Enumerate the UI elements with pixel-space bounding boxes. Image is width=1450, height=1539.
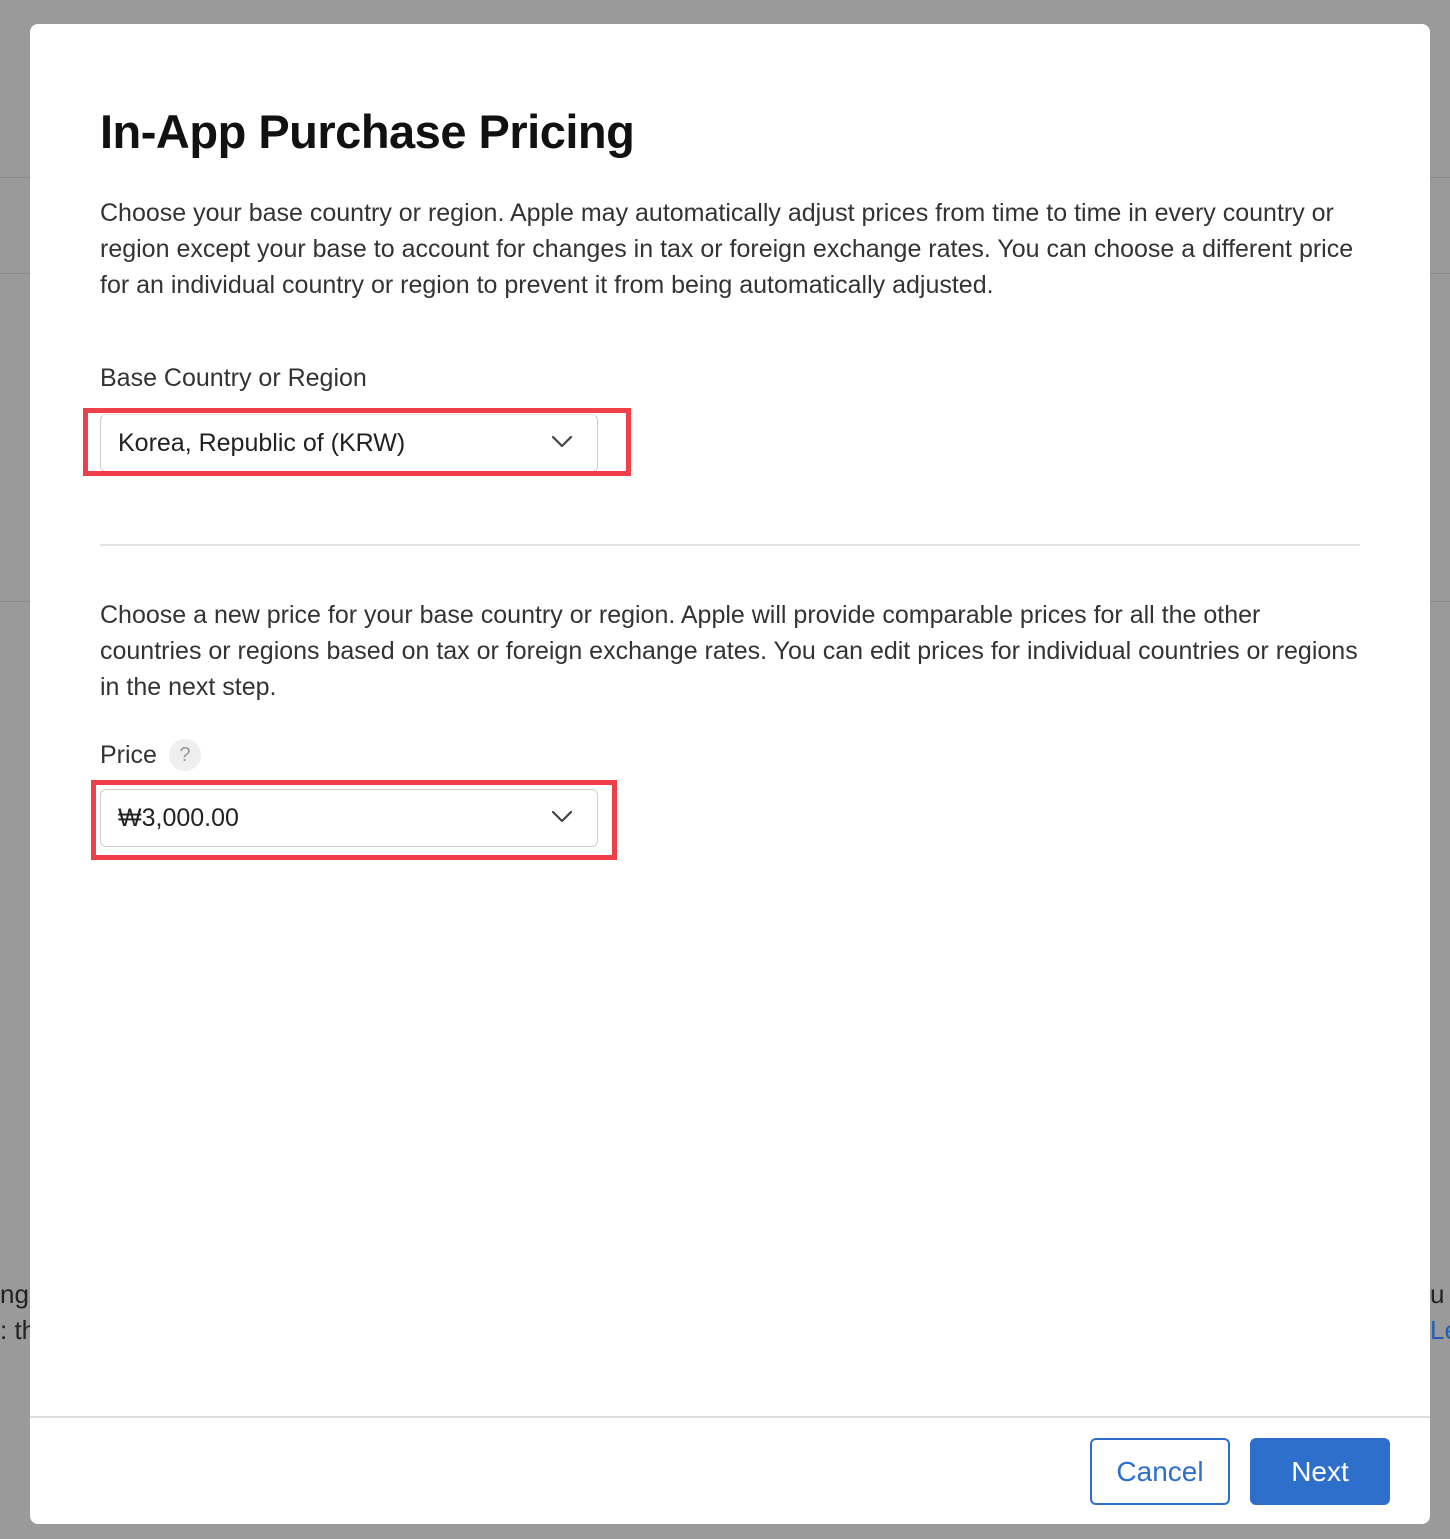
chevron-down-icon (551, 435, 573, 448)
chevron-down-icon (551, 810, 573, 823)
background-divider (1430, 177, 1450, 178)
background-divider (0, 601, 30, 602)
dialog-title: In-App Purchase Pricing (100, 105, 635, 158)
background-divider (1430, 273, 1450, 274)
background-divider (0, 273, 30, 274)
price-value: ₩3,000.00 (118, 803, 239, 832)
base-country-value: Korea, Republic of (KRW) (118, 428, 406, 457)
background-text-left: ng : th (0, 1279, 30, 1345)
price-description: Choose a new price for your base country… (100, 601, 1358, 701)
background-divider (1430, 601, 1450, 602)
base-country-description: Choose your base country or region. Appl… (100, 199, 1354, 299)
price-label: Price (100, 740, 157, 769)
base-country-label: Base Country or Region (100, 364, 367, 392)
footer-divider (30, 1416, 1430, 1418)
cancel-button[interactable]: Cancel (1090, 1438, 1230, 1505)
help-icon[interactable]: ? (168, 739, 201, 771)
base-country-select[interactable]: Korea, Republic of (KRW) (100, 414, 598, 472)
pricing-dialog: In-App Purchase Pricing Choose your base… (30, 24, 1430, 1524)
background-divider (0, 177, 30, 178)
background-text-right: u Le (1430, 1279, 1450, 1345)
price-select[interactable]: ₩3,000.00 (100, 789, 598, 847)
section-divider (100, 544, 1360, 546)
next-button[interactable]: Next (1250, 1438, 1390, 1505)
price-label-row: Price ? (100, 739, 201, 771)
